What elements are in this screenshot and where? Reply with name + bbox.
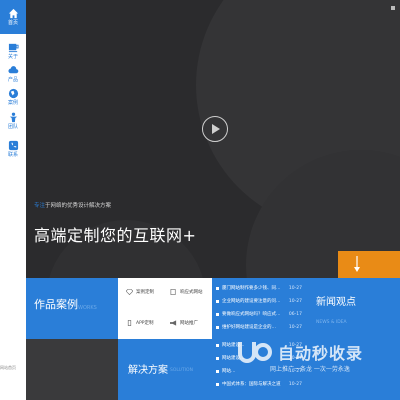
category-label: 案例定制 xyxy=(136,290,154,295)
list-item[interactable]: 要做响应式网站吗？响应式… 06-17 xyxy=(212,309,306,319)
category-label: 响应式网站 xyxy=(180,290,203,295)
works-subtitle: WORKS xyxy=(78,305,97,311)
doc-icon xyxy=(170,289,176,295)
solution-section[interactable]: 解决方案 SOLUTION xyxy=(118,339,212,400)
megaphone-icon xyxy=(170,320,177,326)
category-custom-case[interactable]: 案例定制 xyxy=(126,289,154,295)
scroll-down-button[interactable] xyxy=(338,251,400,278)
broken-image-alt: 网站首页 xyxy=(0,365,16,370)
list-item[interactable]: 维护好网站建设是企业的… 10-27 xyxy=(212,322,306,332)
mobile-icon xyxy=(127,320,132,326)
solution-title: 解决方案 xyxy=(128,365,168,376)
tagline-prefix: 专注 xyxy=(34,203,46,209)
dark-panel xyxy=(26,339,118,400)
watermark-subtitle: 网上推广一条龙 一次一劳永逸 xyxy=(270,366,350,373)
diamond-icon xyxy=(126,289,133,295)
category-responsive-site[interactable]: 响应式网站 xyxy=(170,289,203,295)
category-panel: 案例定制 响应式网站 APP定制 网站推广 xyxy=(118,278,212,339)
category-promotion[interactable]: 网站推广 xyxy=(170,320,198,326)
home-icon xyxy=(8,8,18,19)
list-item[interactable]: 企业网站的建设要注意的问… 10-27 xyxy=(212,296,306,306)
watermark: 自动秒收录 网上推广一条龙 一次一劳永逸 xyxy=(236,336,386,382)
watermark-logo-icon xyxy=(238,342,272,363)
cloud-icon xyxy=(7,66,18,74)
side-nav: 首页 关于 产品 案例 团队 联系 网站首页 xyxy=(0,0,26,400)
category-label: APP定制 xyxy=(136,321,154,326)
nav-label: 首页 xyxy=(7,20,18,26)
nav-item-home[interactable]: 首页 xyxy=(0,0,26,34)
tagline-text: 于网络的优秀设计解决方案 xyxy=(45,203,112,209)
solution-subtitle: SOLUTION xyxy=(170,368,193,373)
list-item[interactable]: 厦门网站制作要多少钱、同… 10-27 xyxy=(212,283,306,293)
news-subtitle: NEWS & IDEA xyxy=(316,320,347,325)
play-video-button[interactable] xyxy=(202,116,228,142)
category-label: 网站推广 xyxy=(180,321,198,326)
category-app[interactable]: APP定制 xyxy=(126,320,154,326)
hero-banner: 专注于网络的优秀设计解决方案 高端定制您的互联网+ xyxy=(26,0,400,278)
works-title: 作品案例 xyxy=(34,298,78,311)
hero-tagline: 专注于网络的优秀设计解决方案 xyxy=(34,201,111,209)
hero-slogan: 高端定制您的互联网+ xyxy=(34,226,197,245)
watermark-title: 自动秒收录 xyxy=(278,344,364,363)
arrow-down-icon xyxy=(354,256,360,272)
nav-item-contact[interactable]: 联系 xyxy=(0,132,26,166)
cup-icon xyxy=(8,43,19,53)
news-title: 新闻观点 xyxy=(316,297,356,308)
news-section[interactable]: 新闻观点 NEWS & IDEA xyxy=(306,278,400,339)
close-icon[interactable] xyxy=(391,6,395,10)
person-icon xyxy=(9,112,17,123)
nav-label: 联系 xyxy=(7,152,18,158)
globe-icon xyxy=(8,88,18,99)
works-section[interactable]: 作品案例 WORKS xyxy=(26,278,118,339)
phone-icon xyxy=(8,140,18,151)
nav-label: 团队 xyxy=(7,124,18,130)
